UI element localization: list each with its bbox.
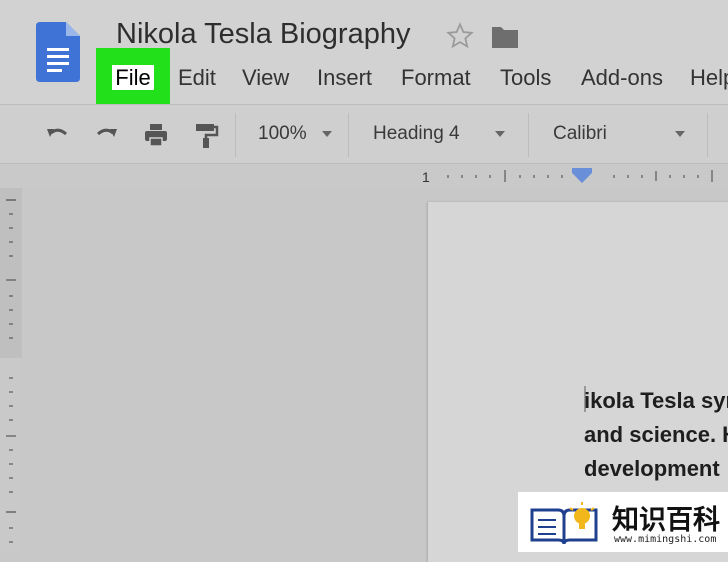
watermark: 知识百科 www.mimingshi.com: [518, 492, 728, 552]
watermark-url: www.mimingshi.com: [614, 534, 717, 545]
toolbar-divider: [235, 113, 236, 157]
folder-icon[interactable]: [490, 24, 520, 50]
menu-file-label: File: [112, 65, 154, 90]
document-body-text[interactable]: ikola Tesla sym and science. H developme…: [584, 384, 728, 486]
indent-marker[interactable]: [572, 168, 592, 173]
body-line: ikola Tesla sym: [584, 388, 728, 413]
style-value: Heading 4: [373, 123, 460, 144]
body-line: and science. H: [584, 422, 728, 447]
app-header: Nikola Tesla Biography File Edit View In…: [0, 0, 728, 108]
menu-format[interactable]: Format: [401, 48, 471, 108]
print-icon[interactable]: [142, 121, 170, 149]
vertical-ruler-ticks: [0, 188, 22, 543]
vertical-ruler[interactable]: [0, 188, 22, 552]
menu-file[interactable]: File: [96, 48, 170, 108]
zoom-select[interactable]: 100%: [258, 105, 307, 163]
toolbar-divider: [707, 113, 708, 157]
style-dropdown-icon[interactable]: [495, 131, 505, 137]
menu-edit[interactable]: Edit: [178, 48, 216, 108]
font-select[interactable]: Calibri: [553, 105, 607, 163]
font-dropdown-icon[interactable]: [675, 131, 685, 137]
ruler-ticks: 1: [422, 168, 713, 185]
menu-help[interactable]: Help: [690, 48, 728, 108]
docs-logo-icon[interactable]: [36, 22, 80, 82]
ruler-start-label: 1: [422, 169, 430, 185]
document-title[interactable]: Nikola Tesla Biography: [116, 18, 410, 51]
watermark-book-icon: [530, 502, 598, 545]
watermark-brand: 知识百科: [612, 505, 720, 535]
star-icon[interactable]: [446, 22, 474, 50]
zoom-dropdown-icon[interactable]: [322, 131, 332, 137]
paint-format-icon[interactable]: [192, 121, 220, 149]
horizontal-ruler[interactable]: 1: [0, 164, 728, 188]
undo-icon[interactable]: [44, 121, 72, 149]
font-value: Calibri: [553, 123, 607, 144]
zoom-value: 100%: [258, 123, 307, 144]
toolbar: 100% Heading 4 Calibri: [0, 104, 728, 164]
style-select[interactable]: Heading 4: [373, 105, 460, 163]
menu-add-ons[interactable]: Add-ons: [581, 48, 663, 108]
indent-marker-arrow[interactable]: [572, 173, 592, 183]
body-line: development: [584, 456, 720, 481]
toolbar-divider: [528, 113, 529, 157]
menu-insert[interactable]: Insert: [317, 48, 372, 108]
toolbar-divider: [348, 113, 349, 157]
redo-icon[interactable]: [92, 121, 120, 149]
menu-view[interactable]: View: [242, 48, 289, 108]
menu-tools[interactable]: Tools: [500, 48, 551, 108]
